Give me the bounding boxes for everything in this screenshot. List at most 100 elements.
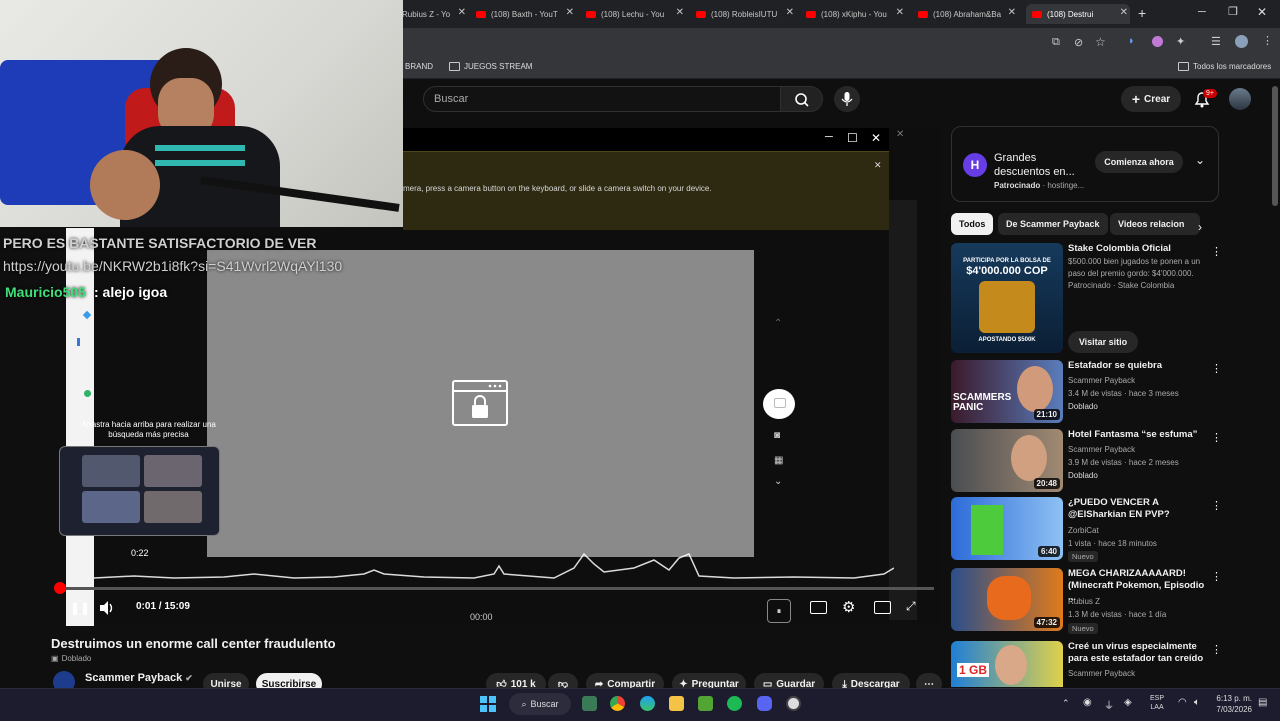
account-avatar[interactable]	[1229, 88, 1251, 110]
extension-icon[interactable]	[1152, 36, 1163, 47]
close-icon[interactable]: ✕	[1008, 7, 1016, 18]
chevron-right-icon[interactable]: ›	[1198, 220, 1202, 234]
puzzle-icon[interactable]: ✦	[1176, 35, 1185, 48]
file-explorer-icon[interactable]	[669, 696, 684, 711]
autoplay-toggle[interactable]: ⏸	[767, 599, 791, 623]
edge-icon[interactable]	[640, 696, 655, 711]
browser-tab[interactable]: (108) xKiphu - You ✕	[806, 4, 906, 24]
treasure-chest	[979, 281, 1035, 333]
sidebar-icon[interactable]: ☰	[1211, 35, 1221, 48]
browser-tab[interactable]: (108) RobleisIUTU ✕	[696, 4, 796, 24]
visit-site-button[interactable]: Visitar sitio	[1068, 331, 1138, 353]
obs-icon[interactable]	[786, 696, 801, 711]
scrubber-handle[interactable]	[54, 582, 66, 594]
notification-icon[interactable]: ▤	[1258, 697, 1267, 708]
fullscreen-icon[interactable]: ⤢	[906, 599, 916, 614]
minecraft-icon[interactable]	[698, 696, 713, 711]
new-tab-button[interactable]: +	[1138, 5, 1146, 21]
chevron-up-icon[interactable]: ⌃	[1062, 698, 1070, 709]
more-options-icon[interactable]: ⋮	[1211, 570, 1222, 583]
tab-label: (108) xKiphu - You	[821, 9, 887, 19]
bookmark-folder[interactable]: BRAND	[405, 62, 433, 71]
more-options-icon[interactable]: ⋮	[1211, 643, 1221, 656]
sponsored-label: Patrocinado	[994, 181, 1041, 190]
taskbar-app-icon[interactable]	[582, 696, 597, 711]
browser-tab[interactable]: (108) Abraham&Ba ✕	[918, 4, 1018, 24]
usb-icon[interactable]: ⏚	[1104, 697, 1114, 712]
video-item[interactable]: 47:32 MEGA CHARIZAAAAARD! (Minecraft Pok…	[951, 568, 1222, 634]
chip-related[interactable]: Videos relacion	[1110, 213, 1200, 235]
close-icon[interactable]: ✕	[874, 160, 882, 171]
subtitles-icon[interactable]	[810, 601, 827, 614]
tray-icon[interactable]: ◉	[1083, 697, 1092, 708]
maximize-icon[interactable]: ❐	[1228, 5, 1238, 18]
speaker-icon[interactable]: 🔈︎	[1194, 697, 1200, 708]
more-options-icon[interactable]: ⋮	[1211, 499, 1222, 512]
sponsored-ad-card[interactable]: H Grandes descuentos en... Patrocinado ·…	[951, 126, 1219, 202]
maximize-icon[interactable]: ☐	[847, 131, 858, 145]
close-icon[interactable]: ✕	[896, 129, 904, 140]
progress-bar[interactable]	[60, 587, 934, 590]
page-scrollbar[interactable]	[1272, 86, 1278, 206]
minimize-icon[interactable]: ─	[825, 131, 833, 143]
more-options-icon[interactable]: ⋮	[1211, 362, 1222, 375]
close-window-icon[interactable]: ✕	[1257, 5, 1267, 19]
wifi-icon[interactable]: ◠	[1178, 697, 1187, 708]
close-icon[interactable]: ✕	[896, 7, 904, 18]
grid-icon[interactable]: ▦	[774, 455, 783, 466]
video-item[interactable]: 1 GB Creé un virus especialmente para es…	[951, 641, 1221, 687]
video-item[interactable]: 20:48 Hotel Fantasma “se esfuma” Scammer…	[951, 429, 1222, 493]
bookmark-star-icon[interactable]: ☆	[1095, 35, 1106, 49]
settings-gear-icon[interactable]: ⚙	[842, 598, 855, 616]
voice-search-button[interactable]	[834, 86, 860, 112]
more-options-icon[interactable]: ⋮	[1211, 245, 1222, 258]
clock[interactable]: 6:13 p. m. 7/03/2026	[1212, 693, 1252, 715]
close-icon[interactable]: ✕	[1120, 7, 1128, 18]
minimize-icon[interactable]: ─	[1198, 6, 1206, 18]
browser-tab[interactable]: Rubius Z - Yo ✕	[402, 4, 468, 24]
search-button[interactable]	[781, 86, 823, 112]
extension-icon[interactable]: ◗	[1128, 35, 1135, 47]
hide-icon[interactable]: ⊘	[1074, 36, 1083, 49]
video-item[interactable]: 6:40 ¿PUEDO VENCER A @ElSharkian EN PVP?…	[951, 497, 1222, 562]
video-item[interactable]: SCAMMERS PANIC 21:10 Estafador se quiebr…	[951, 360, 1222, 424]
menu-icon[interactable]: ⋮	[1262, 34, 1273, 47]
close-icon[interactable]: ✕	[871, 131, 881, 145]
browser-tab-active[interactable]: (108) Destrui ✕	[1026, 4, 1130, 24]
bookmark-folder[interactable]: JUEGOS STREAM	[449, 62, 532, 71]
language-indicator[interactable]: ESP LAA	[1150, 694, 1164, 712]
close-icon[interactable]: ✕	[676, 7, 684, 18]
cast-icon[interactable]: ⧉	[1052, 36, 1060, 49]
create-button[interactable]: + Crear	[1121, 86, 1181, 112]
preview-frame	[144, 455, 202, 487]
chevron-down-icon[interactable]: ⌄	[774, 476, 782, 487]
chrome-icon[interactable]	[610, 696, 625, 711]
browser-tab[interactable]: (108) Baxth - YouT ✕	[476, 4, 576, 24]
pause-button[interactable]: ❚❚	[70, 601, 90, 615]
thumb-amount: $4'000.000 COP	[966, 265, 1048, 277]
theater-mode-icon[interactable]	[874, 601, 891, 614]
ad-cta-button[interactable]: Comienza ahora	[1095, 151, 1183, 173]
more-options-icon[interactable]: ⋮	[1211, 431, 1222, 444]
volume-icon[interactable]	[98, 600, 116, 616]
channel-name[interactable]: Scammer Payback ✔	[85, 672, 193, 684]
spotify-icon[interactable]	[727, 696, 742, 711]
chevron-down-icon[interactable]: ⌄	[1195, 153, 1205, 167]
tray-icon[interactable]: ◈	[1124, 697, 1132, 708]
profile-avatar[interactable]	[1235, 35, 1248, 48]
discord-icon[interactable]	[757, 696, 772, 711]
close-icon[interactable]: ✕	[566, 7, 574, 18]
chip-channel[interactable]: De Scammer Payback	[998, 213, 1108, 235]
chevron-up-icon[interactable]: ⌃	[774, 318, 782, 329]
camera-icon[interactable]: ◙	[774, 430, 780, 441]
all-bookmarks[interactable]: Todos los marcadores	[1178, 62, 1271, 71]
search-input[interactable]: Buscar	[423, 86, 781, 112]
sponsored-video-item[interactable]: PARTICIPA POR LA BOLSA DE $4'000.000 COP…	[951, 243, 1222, 353]
chip-todos[interactable]: Todos	[951, 213, 994, 235]
close-icon[interactable]: ✕	[786, 7, 794, 18]
browser-tab[interactable]: (108) Lechu - You ✕	[586, 4, 686, 24]
close-icon[interactable]: ✕	[458, 7, 466, 18]
windows-start-icon[interactable]	[480, 696, 496, 712]
taskbar-search[interactable]: ⌕ Buscar	[509, 693, 571, 715]
audio-waveform	[94, 552, 894, 579]
